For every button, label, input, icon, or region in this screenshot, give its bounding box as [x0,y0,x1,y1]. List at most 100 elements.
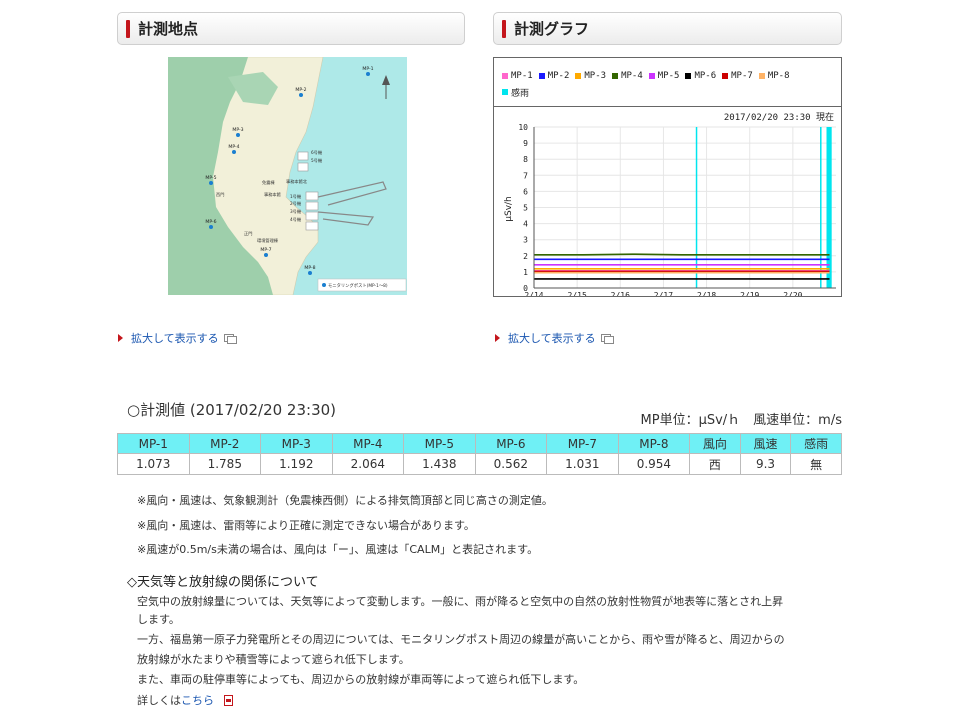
details-link[interactable]: こちら [181,692,214,708]
map-legend: モニタリングポスト(MP-1～8) [317,278,407,292]
table-header-cell: MP-4 [331,433,405,454]
point-label: MP-4 [228,144,239,150]
point-marker [299,93,303,97]
legend-label: MP-8 [767,71,790,81]
table-header-cell: MP-6 [474,433,548,454]
table-header-cell: MP-2 [188,433,262,454]
facility-label: 事務本館 [264,191,281,198]
rain-band [820,127,822,288]
arrow-right-icon [118,334,123,342]
legend-rain-label: 感雨 [511,88,530,99]
table-cell: 西 [689,453,741,475]
point-label: MP-2 [295,87,306,93]
facility-label: 4号機 [290,216,302,223]
table-header-cell: 感雨 [790,433,842,454]
x-tick-label: 2/15 [568,291,587,296]
point-marker [264,253,268,257]
legend-label: MP-2 [547,71,570,81]
table-cell: 9.3 [739,453,792,475]
facility-label: 事務本館北 [286,178,308,185]
enlarge-label[interactable]: 拡大して表示する [131,330,219,346]
legend-swatch [538,73,545,79]
facility-label: 6号機 [311,149,323,156]
table-cell: 0.954 [617,453,691,475]
rain-band [826,127,832,288]
pdf-icon [224,694,233,706]
graph-enlarge-link[interactable]: 拡大して表示する [495,330,614,346]
table-cell: 1.031 [546,453,619,475]
legend-row: MP-1 MP-2 MP-3 MP-4 MP-5 MP-6 MP-7 MP-8 [502,68,837,84]
table-header-cell: MP-1 [117,433,190,454]
details-prefix: 詳しくは [137,694,181,707]
legend-label: MP-5 [657,71,680,81]
legend-item: MP-8 [758,68,790,84]
y-tick-label: 2 [523,252,528,261]
chart-timestamp: 2017/02/20 23:30 現在 [724,111,834,123]
x-tick-label: 2/19 [740,291,759,296]
legend-rain-item: 感雨 [502,84,837,100]
weather-line-5: また、車両の駐停車等によっても、周辺からの放射線が車両等によって遮られ低下します… [137,673,585,686]
weather-section-title: ◇天気等と放射線の関係について [127,575,319,590]
weather-line-1: 空気中の放射線量については、天気等によって変動します。一般に、雨が降ると空気中の… [137,595,784,608]
legend-label: MP-1 [511,71,533,81]
note-1: ※風向・風速は、気象観測計（免震棟西側）による排気筒頂部と同じ高さの測定値。 [137,494,553,507]
table-header-cell: MP-7 [546,433,619,454]
radiation-graph[interactable]: MP-1 MP-2 MP-3 MP-4 MP-5 MP-6 MP-7 MP-8 感雨 2017… [493,57,842,297]
map-panel-title: 計測地点 [138,20,199,38]
map-panel-header: 計測地点 [117,12,465,45]
legend-label: MP-7 [731,71,753,81]
rain-band [695,127,698,288]
y-tick-label: 9 [523,139,528,148]
y-tick-label: 10 [518,123,528,132]
weather-line-4: 放射線が水たまりや積雪等によって遮られ低下します。 [137,653,410,666]
facility-label: 3号機 [290,208,302,215]
y-tick-label: 3 [523,236,528,245]
table-header-cell: 風向 [689,433,741,454]
legend-swatch [575,73,582,79]
legend-swatch [648,73,655,79]
point-marker [308,271,312,275]
facility-label: 2号機 [290,200,302,207]
table-header-cell: MP-5 [403,433,476,454]
table-header-row: MP-1 MP-2 MP-3 MP-4 MP-5 MP-6 MP-7 MP-8 風向 風速 感雨 [117,433,842,454]
chart-area: 2017/02/20 23:30 現在 μSv/h 0123456789102/… [504,111,836,296]
y-tick-label: 6 [523,187,528,196]
point-marker [232,150,236,154]
measurement-title: ○計測値 (2017/02/20 23:30) [127,401,337,419]
y-tick-label: 5 [523,204,528,213]
enlarge-label[interactable]: 拡大して表示する [508,330,596,346]
legend-swatch [758,73,765,79]
point-label: MP-5 [205,175,216,181]
point-label: MP-8 [304,265,315,271]
y-tick-label: 8 [523,155,528,164]
x-tick-label: 2/20 [783,291,802,296]
legend-item: MP-7 [722,68,753,84]
legend-swatch [612,73,619,79]
site-map[interactable]: MP-1 MP-2 MP-3 MP-4 MP-5 MP-6 MP-7 MP-8 6号機5号機免… [168,57,407,295]
table-cell: 1.192 [260,453,333,475]
table-header-cell: 風速 [739,433,792,454]
legend-item: MP-3 [575,68,606,84]
point-marker [209,225,213,229]
arrow-right-icon [495,334,500,342]
legend-label: MP-3 [584,71,607,81]
table-header-cell: MP-3 [260,433,333,454]
y-tick-label: 7 [523,171,528,180]
header-accent-bar [502,20,506,38]
new-window-icon [223,334,237,344]
graph-panel-title: 計測グラフ [514,20,590,38]
table-row: 1.073 1.785 1.192 2.064 1.438 0.562 1.031 0.954… [117,453,842,475]
facility-label: 5号機 [311,157,323,164]
legend-swatch [685,73,692,79]
legend-swatch [722,73,729,79]
table-cell: 0.562 [474,453,548,475]
legend-item: MP-1 [502,68,533,84]
table-cell: 1.785 [188,453,262,475]
map-enlarge-link[interactable]: 拡大して表示する [118,330,237,346]
point-label: MP-1 [362,66,373,72]
legend-item: MP-6 [685,68,716,84]
facility-label: 環境管理棟 [257,237,279,244]
x-tick-label: 2/17 [654,291,673,296]
x-tick-label: 2/18 [697,291,716,296]
legend-label: MP-6 [694,71,717,81]
